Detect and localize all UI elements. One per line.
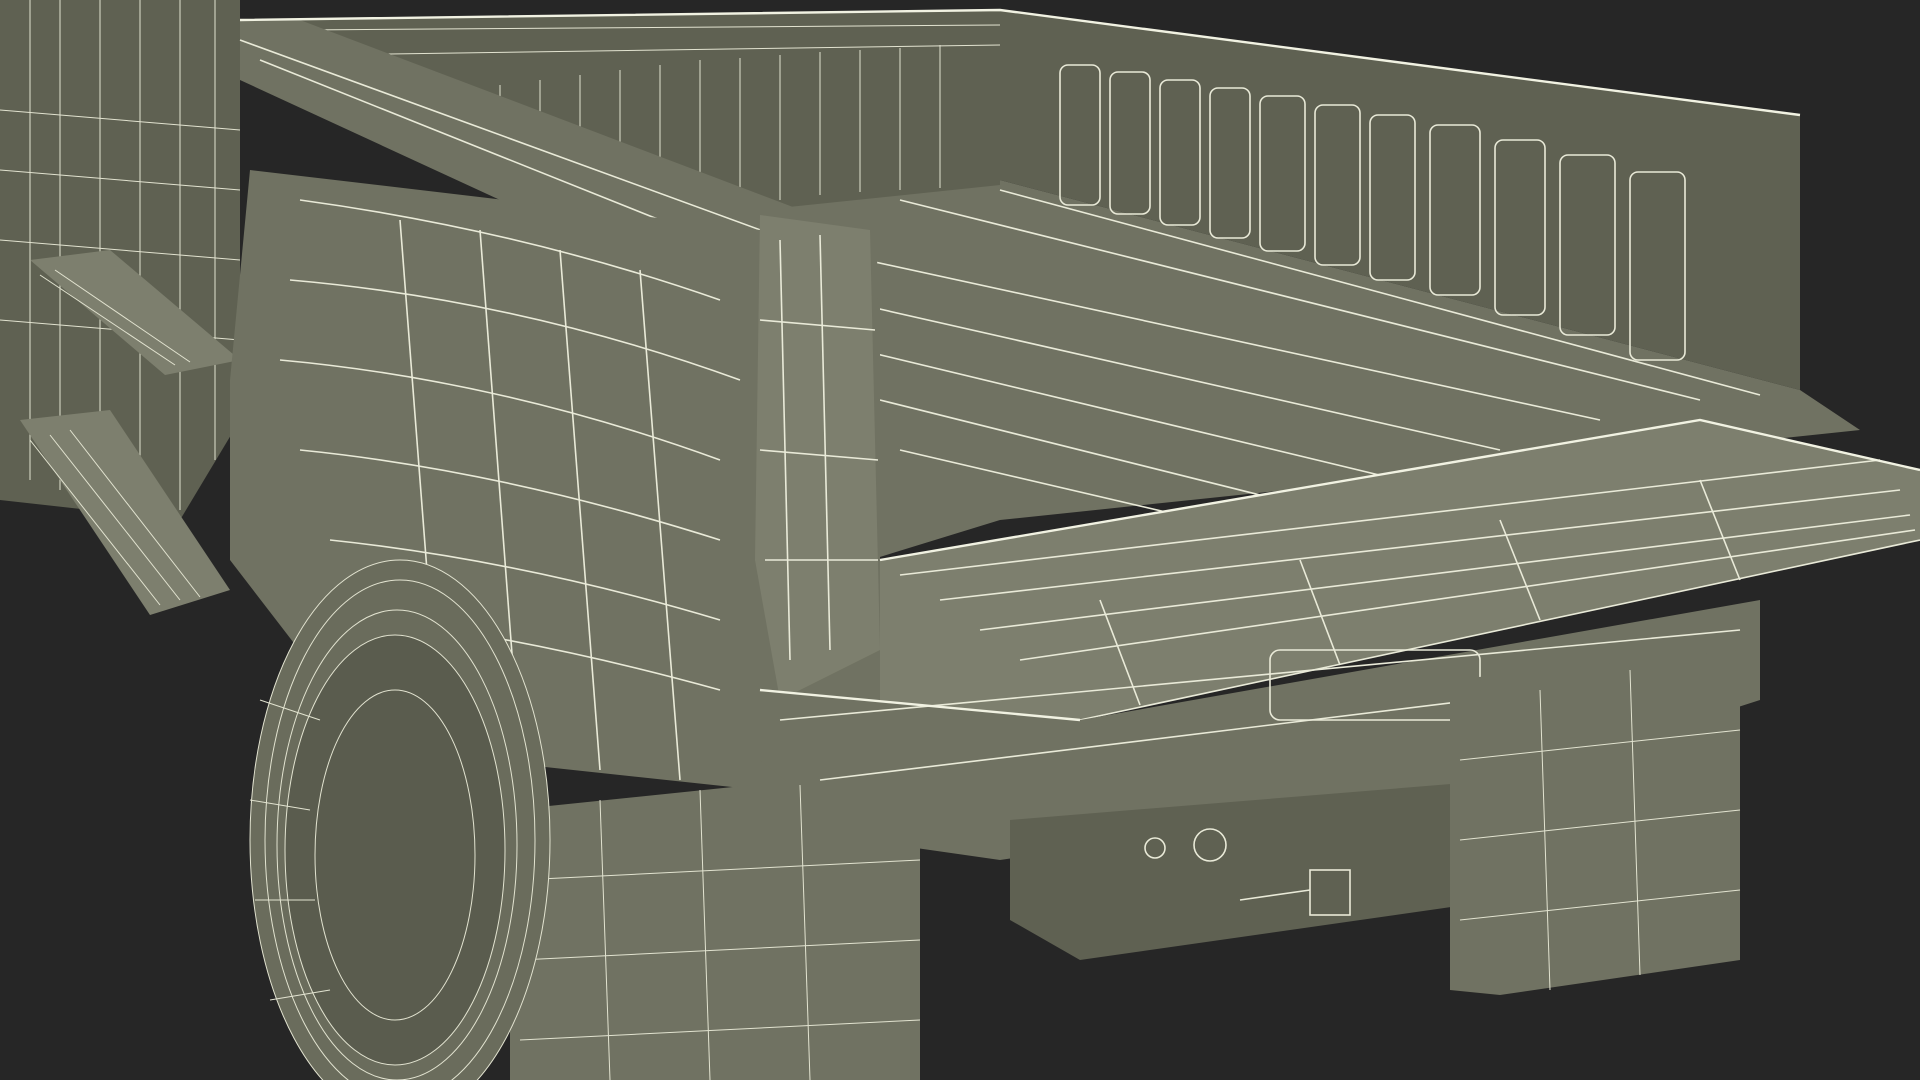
mud-flap-right xyxy=(1450,650,1741,995)
mud-flap-left xyxy=(510,780,921,1080)
taillight-pillar xyxy=(755,215,880,700)
wireframe-render xyxy=(0,0,1920,1080)
